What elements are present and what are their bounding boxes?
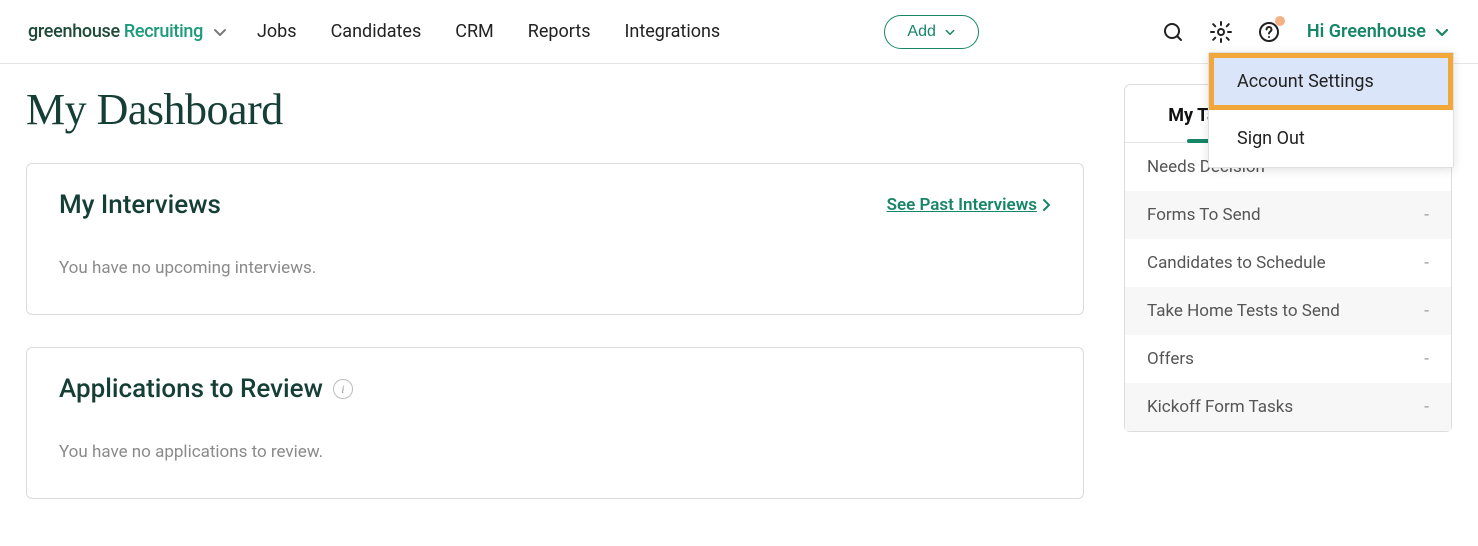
task-label: Candidates to Schedule (1147, 253, 1326, 273)
chevron-down-icon (944, 26, 956, 38)
task-label: Take Home Tests to Send (1147, 301, 1340, 321)
help-icon[interactable] (1249, 12, 1289, 52)
task-label: Kickoff Form Tasks (1147, 397, 1293, 417)
task-row[interactable]: Take Home Tests to Send - (1125, 287, 1451, 335)
chevron-down-icon (211, 23, 229, 41)
applications-empty-text: You have no applications to review. (59, 442, 1051, 462)
task-row[interactable]: Kickoff Form Tasks - (1125, 383, 1451, 431)
page-title: My Dashboard (26, 84, 1084, 135)
task-label: Forms To Send (1147, 205, 1261, 225)
applications-title: Applications to Review i (59, 374, 353, 404)
see-past-interviews-label: See Past Interviews (887, 195, 1037, 215)
notification-dot (1275, 16, 1285, 26)
top-nav: greenhouse Recruiting Jobs Candidates CR… (0, 0, 1478, 64)
logo-text: greenhouse Recruiting (28, 21, 203, 42)
interviews-card: My Interviews See Past Interviews You ha… (26, 163, 1084, 315)
applications-card: Applications to Review i You have no app… (26, 347, 1084, 499)
interviews-title: My Interviews (59, 190, 221, 220)
see-past-interviews-link[interactable]: See Past Interviews (887, 195, 1051, 215)
nav-reports[interactable]: Reports (528, 21, 591, 42)
task-row[interactable]: Candidates to Schedule - (1125, 239, 1451, 287)
nav-crm[interactable]: CRM (455, 21, 494, 42)
task-row[interactable]: Offers - (1125, 335, 1451, 383)
gear-icon[interactable] (1201, 12, 1241, 52)
task-count: - (1424, 205, 1429, 225)
task-count: - (1424, 301, 1429, 321)
interviews-empty-text: You have no upcoming interviews. (59, 258, 1051, 278)
logo[interactable]: greenhouse Recruiting (28, 21, 229, 42)
task-count: - (1424, 349, 1429, 369)
info-icon[interactable]: i (333, 379, 353, 399)
search-icon[interactable] (1153, 12, 1193, 52)
primary-nav: Jobs Candidates CRM Reports Integrations (257, 21, 720, 42)
task-row[interactable]: Forms To Send - (1125, 191, 1451, 239)
tasks-list: Needs Decision - Forms To Send - Candida… (1125, 143, 1451, 431)
chevron-down-icon (1434, 24, 1450, 40)
chevron-right-icon (1041, 198, 1051, 212)
add-button[interactable]: Add (884, 15, 978, 49)
nav-integrations[interactable]: Integrations (625, 21, 721, 42)
task-label: Offers (1147, 349, 1194, 369)
nav-jobs[interactable]: Jobs (257, 21, 297, 42)
add-button-label: Add (907, 23, 935, 41)
user-menu-trigger[interactable]: Hi Greenhouse (1307, 21, 1450, 42)
nav-candidates[interactable]: Candidates (331, 21, 422, 42)
user-greeting-label: Hi Greenhouse (1307, 21, 1426, 42)
task-count: - (1424, 397, 1429, 417)
sign-out-item[interactable]: Sign Out (1209, 110, 1453, 167)
account-settings-item[interactable]: Account Settings (1209, 53, 1453, 110)
task-count: - (1424, 253, 1429, 273)
user-dropdown: Account Settings Sign Out (1208, 52, 1454, 168)
